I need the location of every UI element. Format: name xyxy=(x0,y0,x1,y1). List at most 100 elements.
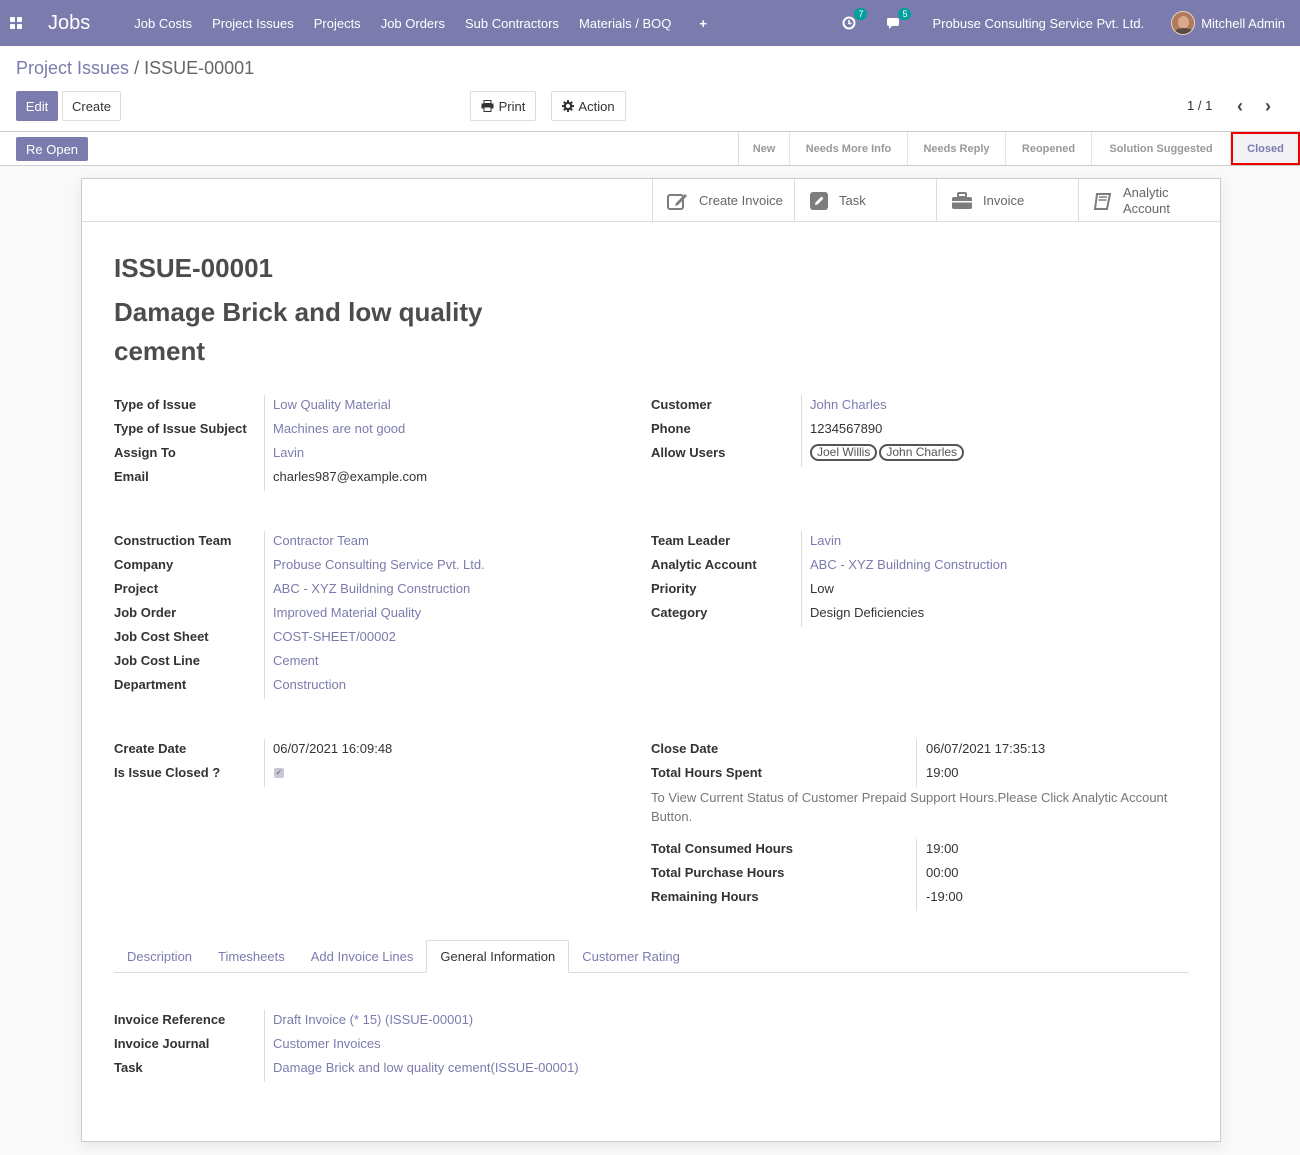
create-invoice-button[interactable]: Create Invoice xyxy=(652,179,794,222)
print-icon xyxy=(481,100,494,112)
pager-previous-icon[interactable]: ‹ xyxy=(1237,96,1243,117)
edit-square-icon xyxy=(667,193,687,210)
invoice-journal-label: Invoice Journal xyxy=(114,1036,210,1051)
invoice-reference-value[interactable]: Draft Invoice (* 15) (ISSUE-00001) xyxy=(273,1012,473,1027)
stage-new[interactable]: New xyxy=(739,132,790,165)
priority-label: Priority xyxy=(651,581,697,596)
tab-customer-rating[interactable]: Customer Rating xyxy=(569,940,693,973)
assign-to-value[interactable]: Lavin xyxy=(273,445,304,460)
user-menu[interactable]: Mitchell Admin xyxy=(1201,16,1285,31)
remaining-hours-value: -19:00 xyxy=(926,889,963,904)
company-label: Company xyxy=(114,557,174,572)
tab-description[interactable]: Description xyxy=(114,940,205,973)
app-brand[interactable]: Jobs xyxy=(48,12,90,35)
menu-project-issues[interactable]: Project Issues xyxy=(212,16,294,31)
create-button[interactable]: Create xyxy=(62,91,121,121)
team-leader-label: Team Leader xyxy=(651,533,731,548)
job-order-value[interactable]: Improved Material Quality xyxy=(273,605,421,620)
construction-team-value[interactable]: Contractor Team xyxy=(273,533,369,548)
tab-timesheets[interactable]: Timesheets xyxy=(205,940,298,973)
department-value[interactable]: Construction xyxy=(273,677,346,692)
is-issue-closed-checkbox[interactable]: ✓ xyxy=(274,768,284,778)
issue-subject-value[interactable]: Machines are not good xyxy=(273,421,405,436)
menu-materials-boq[interactable]: Materials / BOQ xyxy=(579,16,671,31)
email-label: Email xyxy=(114,469,149,484)
issue-reference: ISSUE-00001 xyxy=(114,253,273,283)
close-date-value: 06/07/2021 17:35:13 xyxy=(926,741,1046,756)
job-cost-line-label: Job Cost Line xyxy=(114,653,200,668)
edit-button[interactable]: Edit xyxy=(16,91,58,121)
construction-team-label: Construction Team xyxy=(114,533,232,548)
top-navbar: Jobs Job Costs Project Issues Projects J… xyxy=(0,0,1300,46)
breadcrumb-current: ISSUE-00001 xyxy=(144,58,255,78)
email-value: charles987@example.com xyxy=(273,469,428,484)
team-leader-value[interactable]: Lavin xyxy=(810,533,841,548)
job-cost-sheet-value[interactable]: COST-SHEET/00002 xyxy=(273,629,396,644)
job-cost-line-value[interactable]: Cement xyxy=(273,653,319,668)
company-switcher[interactable]: Probuse Consulting Service Pvt. Ltd. xyxy=(932,16,1144,31)
total-hours-spent-value: 19:00 xyxy=(926,765,959,780)
user-tag[interactable]: Joel Willis xyxy=(810,444,878,461)
form-sheet: Create Invoice Task Invoice Analytic Acc… xyxy=(81,178,1221,1142)
user-avatar[interactable] xyxy=(1171,11,1196,35)
project-value[interactable]: ABC - XYZ Buildning Construction xyxy=(273,581,470,596)
phone-value: 1234567890 xyxy=(810,421,883,436)
type-of-issue-value[interactable]: Low Quality Material xyxy=(273,397,391,412)
analytic-account-label: Analytic Account xyxy=(1123,184,1170,216)
messaging-chat-icon[interactable]: 5 xyxy=(886,8,912,30)
analytic-account-value[interactable]: ABC - XYZ Buildning Construction xyxy=(810,557,1007,572)
reopen-button[interactable]: Re Open xyxy=(16,137,89,161)
breadcrumb-parent[interactable]: Project Issues xyxy=(16,58,129,78)
task-button[interactable]: Task xyxy=(794,179,936,222)
invoice-button[interactable]: Invoice xyxy=(936,179,1078,222)
activity-clock-icon[interactable]: 7 xyxy=(842,8,868,30)
issue-title[interactable]: Damage Brick and low quality cement xyxy=(114,293,534,371)
invoice-label: Invoice xyxy=(983,193,1025,208)
total-purchase-hours-value: 00:00 xyxy=(926,865,959,880)
group-divider xyxy=(916,839,917,911)
company-value[interactable]: Probuse Consulting Service Pvt. Ltd. xyxy=(273,557,485,572)
project-label: Project xyxy=(114,581,159,596)
stage-solution-suggested[interactable]: Solution Suggested xyxy=(1092,132,1231,165)
breadcrumb: Project Issues / ISSUE-00001 xyxy=(16,58,254,79)
group-divider xyxy=(801,531,802,627)
analytic-account-button[interactable]: Analytic Account xyxy=(1078,179,1220,222)
total-consumed-hours-value: 19:00 xyxy=(926,841,959,856)
user-tag[interactable]: John Charles xyxy=(879,444,965,461)
stage-needs-reply[interactable]: Needs Reply xyxy=(908,132,1006,165)
print-button[interactable]: Print xyxy=(470,91,536,121)
message-count-badge: 5 xyxy=(898,8,912,20)
activity-count-badge: 7 xyxy=(854,8,868,20)
menu-job-orders[interactable]: Job Orders xyxy=(381,16,445,31)
action-button[interactable]: Action xyxy=(551,91,626,121)
invoice-journal-value[interactable]: Customer Invoices xyxy=(273,1036,381,1051)
menu-plus-icon[interactable]: + xyxy=(699,16,707,31)
total-hours-spent-label: Total Hours Spent xyxy=(651,765,762,780)
task-field-value[interactable]: Damage Brick and low quality cement(ISSU… xyxy=(273,1060,579,1075)
group-divider xyxy=(264,531,265,699)
tab-general-information[interactable]: General Information xyxy=(426,940,570,973)
briefcase-icon xyxy=(952,191,972,209)
navbar-systray: 7 5 Probuse Consulting Service Pvt. Ltd.… xyxy=(842,0,1285,46)
menu-sub-contractors[interactable]: Sub Contractors xyxy=(465,16,559,31)
pager-value[interactable]: 1 / 1 xyxy=(1187,98,1212,113)
tab-add-invoice-lines[interactable]: Add Invoice Lines xyxy=(298,940,427,973)
customer-value[interactable]: John Charles xyxy=(810,397,887,412)
stage-reopened[interactable]: Reopened xyxy=(1006,132,1092,165)
category-value: Design Deficiencies xyxy=(810,605,925,620)
allow-users-tags: Joel Willis John Charles xyxy=(810,444,966,461)
apps-menu-icon[interactable] xyxy=(0,0,32,46)
priority-value: Low xyxy=(810,581,834,596)
notebook-tabs: Description Timesheets Add Invoice Lines… xyxy=(114,940,1189,973)
job-order-label: Job Order xyxy=(114,605,177,620)
menu-job-costs[interactable]: Job Costs xyxy=(134,16,192,31)
stage-closed[interactable]: Closed xyxy=(1231,132,1300,165)
prepaid-hours-note: To View Current Status of Customer Prepa… xyxy=(651,790,1168,824)
stage-needs-more-info[interactable]: Needs More Info xyxy=(790,132,908,165)
department-label: Department xyxy=(114,677,187,692)
menu-projects[interactable]: Projects xyxy=(314,16,361,31)
job-cost-sheet-label: Job Cost Sheet xyxy=(114,629,209,644)
pager-next-icon[interactable]: › xyxy=(1265,96,1271,117)
type-of-issue-label: Type of Issue xyxy=(114,397,197,412)
print-label: Print xyxy=(498,98,526,114)
